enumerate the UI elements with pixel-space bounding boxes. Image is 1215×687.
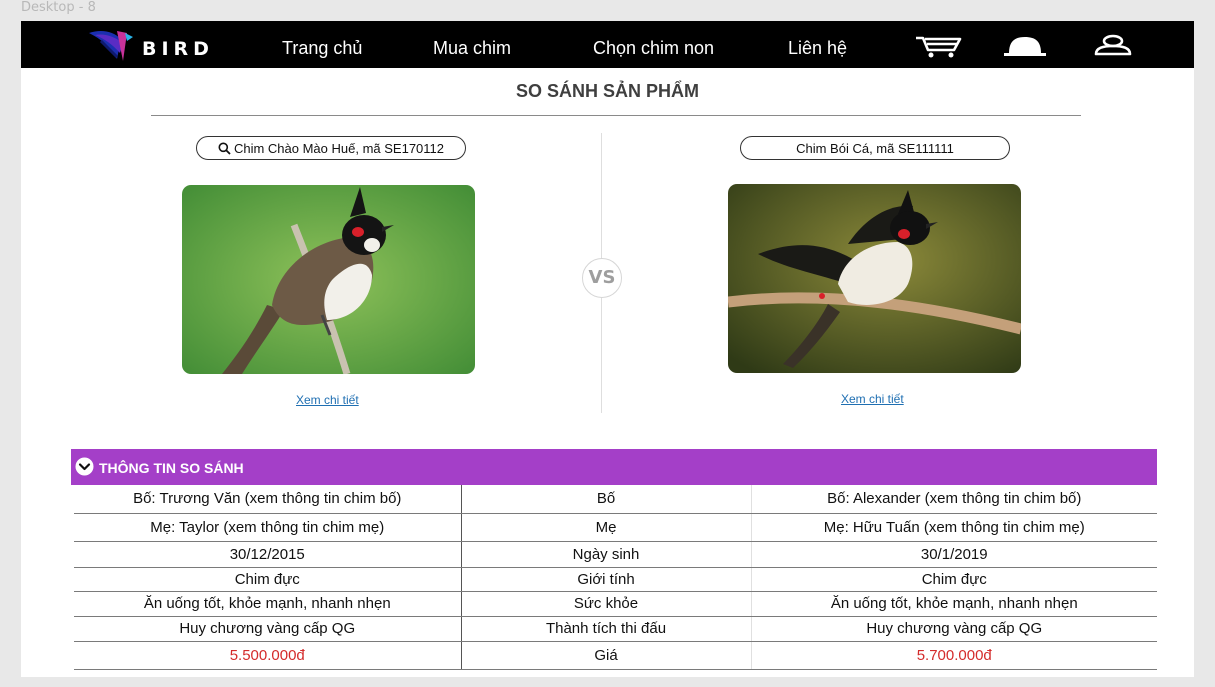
- row-gender: Chim đực Giới tính Chim đực: [74, 567, 1157, 592]
- right-bird-image: [728, 184, 1021, 373]
- left-birthdate: 30/12/2015: [74, 541, 461, 568]
- left-price: 5.500.000đ: [74, 641, 461, 670]
- right-search-value: Chim Bói Cá, mã SE111111: [796, 140, 954, 156]
- left-bird-image: [182, 185, 475, 374]
- top-navbar: BIRD Trang chủ Mua chim Chọn chim non Li…: [21, 21, 1194, 68]
- logo[interactable]: BIRD: [87, 29, 212, 63]
- label-gender: Giới tính: [460, 567, 752, 592]
- left-gender: Chim đực: [74, 567, 461, 592]
- comparison-table: Bố: Trương Văn (xem thông tin chim bố) B…: [74, 485, 1157, 670]
- label-father: Bố: [460, 485, 752, 514]
- nav-choose-chick[interactable]: Chọn chim non: [593, 38, 714, 59]
- right-view-detail-link[interactable]: Xem chi tiết: [841, 392, 904, 406]
- right-product-search[interactable]: Chim Bói Cá, mã SE111111: [740, 136, 1010, 160]
- left-achievement: Huy chương vàng cấp QG: [74, 616, 461, 642]
- user-icon[interactable]: [1089, 33, 1137, 59]
- page-frame: BIRD Trang chủ Mua chim Chọn chim non Li…: [21, 21, 1194, 677]
- right-health: Ăn uống tốt, khỏe mạnh, nhanh nhẹn: [751, 591, 1157, 617]
- label-price: Giá: [460, 641, 752, 670]
- bird-logo-icon: [89, 31, 133, 61]
- label-achievement: Thành tích thi đấu: [460, 616, 752, 642]
- right-father[interactable]: Bố: Alexander (xem thông tin chim bố): [751, 485, 1157, 514]
- left-mother[interactable]: Mẹ: Taylor (xem thông tin chim mẹ): [74, 513, 461, 542]
- row-father: Bố: Trương Văn (xem thông tin chim bố) B…: [74, 485, 1157, 514]
- compare-section-header[interactable]: THÔNG TIN SO SÁNH: [71, 449, 1157, 485]
- row-achievement: Huy chương vàng cấp QG Thành tích thi đấ…: [74, 616, 1157, 642]
- cart-icon[interactable]: [914, 33, 962, 59]
- left-product-search[interactable]: Chim Chào Mào Huế, mã SE170112: [196, 136, 466, 160]
- logo-text: BIRD: [142, 38, 214, 60]
- right-achievement: Huy chương vàng cấp QG: [751, 616, 1157, 642]
- label-birthdate: Ngày sinh: [460, 541, 752, 568]
- left-father[interactable]: Bố: Trương Văn (xem thông tin chim bố): [74, 485, 461, 514]
- nav-buy-bird[interactable]: Mua chim: [433, 38, 511, 59]
- row-health: Ăn uống tốt, khỏe mạnh, nhanh nhẹn Sức k…: [74, 591, 1157, 617]
- right-birthdate: 30/1/2019: [751, 541, 1157, 568]
- label-health: Sức khỏe: [460, 591, 752, 617]
- frame-label: Desktop - 8: [21, 0, 96, 15]
- row-price: 5.500.000đ Giá 5.700.000đ: [74, 641, 1157, 670]
- right-mother[interactable]: Mẹ: Hữu Tuấn (xem thông tin chim mẹ): [751, 513, 1157, 542]
- nav-contact[interactable]: Liên hệ: [788, 38, 847, 59]
- right-gender: Chim đực: [751, 567, 1157, 592]
- chevron-down-icon: [75, 457, 94, 476]
- row-birthdate: 30/12/2015 Ngày sinh 30/1/2019: [74, 541, 1157, 568]
- nav-home[interactable]: Trang chủ: [282, 38, 362, 59]
- vs-badge: VS: [582, 258, 622, 298]
- title-divider: [151, 115, 1081, 116]
- left-search-value: Chim Chào Mào Huế, mã SE170112: [233, 140, 445, 156]
- left-view-detail-link[interactable]: Xem chi tiết: [296, 393, 359, 407]
- page-title: SO SÁNH SẢN PHẨM: [515, 81, 699, 101]
- left-health: Ăn uống tốt, khỏe mạnh, nhanh nhẹn: [74, 591, 461, 617]
- label-mother: Mẹ: [460, 513, 752, 542]
- right-price: 5.700.000đ: [751, 641, 1157, 670]
- row-mother: Mẹ: Taylor (xem thông tin chim mẹ) Mẹ Mẹ…: [74, 513, 1157, 542]
- compare-section-title: THÔNG TIN SO SÁNH: [99, 460, 244, 476]
- bell-icon[interactable]: [1001, 33, 1049, 59]
- search-icon: [218, 142, 231, 155]
